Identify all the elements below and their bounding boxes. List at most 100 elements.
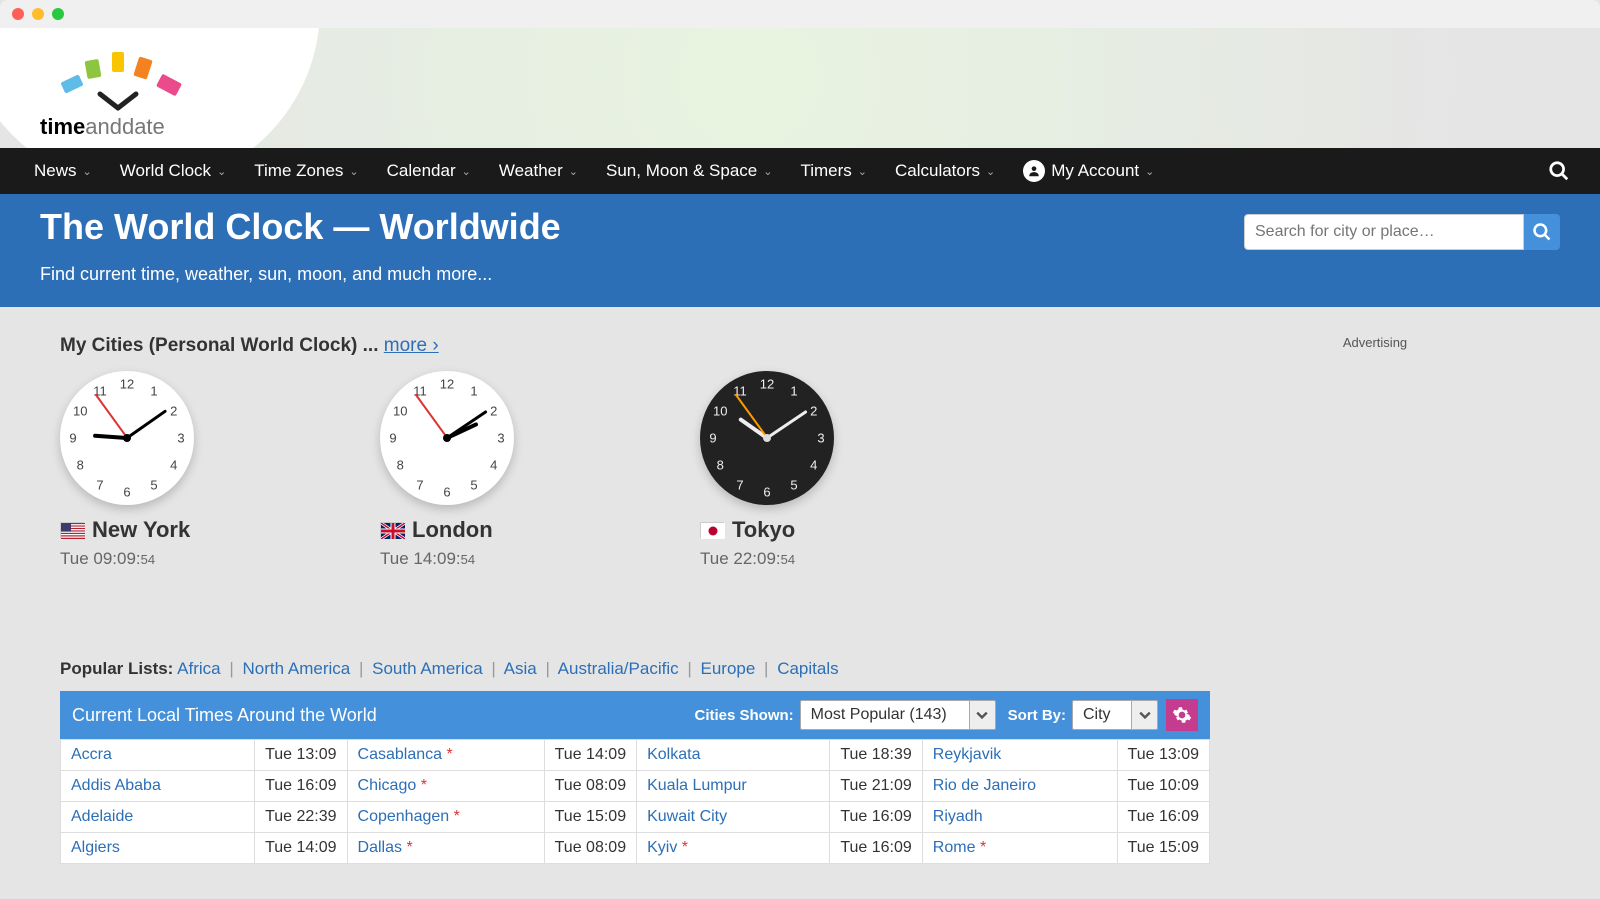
nav-item-sun-moon-space[interactable]: Sun, Moon & Space⌄ bbox=[592, 148, 786, 194]
popular-link-capitals[interactable]: Capitals bbox=[777, 659, 838, 678]
city-link[interactable]: Dallas bbox=[358, 839, 402, 856]
popular-link-africa[interactable]: Africa bbox=[177, 659, 220, 678]
city-link[interactable]: Kolkata bbox=[647, 746, 700, 763]
city-cell: Riyadh bbox=[922, 802, 1117, 833]
clock-card-new-york[interactable]: 123456789101112 New York Tue 09:09:54 bbox=[60, 371, 260, 569]
popular-link-europe[interactable]: Europe bbox=[700, 659, 755, 678]
nav-account-label: My Account bbox=[1051, 161, 1139, 181]
popular-link-south-america[interactable]: South America bbox=[372, 659, 483, 678]
maximize-window-button[interactable] bbox=[52, 8, 64, 20]
city-label: Tokyo bbox=[700, 517, 900, 543]
city-link[interactable]: Addis Ababa bbox=[71, 777, 161, 794]
close-window-button[interactable] bbox=[12, 8, 24, 20]
time-cell: Tue 08:09 bbox=[544, 833, 636, 864]
site-header: timeanddate bbox=[0, 28, 1600, 148]
city-link[interactable]: Riyadh bbox=[933, 808, 983, 825]
city-cell: Kuwait City bbox=[637, 802, 830, 833]
nav-item-news[interactable]: News⌄ bbox=[20, 148, 106, 194]
time-cell: Tue 21:09 bbox=[830, 771, 922, 802]
clock-card-london[interactable]: 123456789101112LondonTue 14:09:54 bbox=[380, 371, 580, 569]
city-cell: Dallas * bbox=[347, 833, 544, 864]
flag-icon bbox=[700, 522, 724, 538]
time-cell: Tue 14:09 bbox=[255, 833, 347, 864]
table-row: Addis AbabaTue 16:09Chicago *Tue 08:09Ku… bbox=[61, 771, 1210, 802]
city-link[interactable]: Kuwait City bbox=[647, 808, 727, 825]
city-cell: Kyiv * bbox=[637, 833, 830, 864]
minimize-window-button[interactable] bbox=[32, 8, 44, 20]
chevron-down-icon: ⌄ bbox=[1145, 165, 1154, 178]
city-link[interactable]: Reykjavik bbox=[933, 746, 1001, 763]
nav-item-timers[interactable]: Timers⌄ bbox=[786, 148, 881, 194]
city-link[interactable]: Rio de Janeiro bbox=[933, 777, 1036, 794]
city-cell: Rome * bbox=[922, 833, 1117, 864]
chevron-down-icon: ⌄ bbox=[217, 165, 226, 178]
nav-item-world-clock[interactable]: World Clock⌄ bbox=[106, 148, 241, 194]
time-cell: Tue 14:09 bbox=[544, 740, 636, 771]
city-time: Tue 14:09:54 bbox=[380, 549, 580, 569]
chevron-down-icon: ⌄ bbox=[462, 165, 471, 178]
clocks-row: 123456789101112New YorkTue 09:09:5412345… bbox=[60, 371, 1210, 569]
analog-clock: 123456789101112 bbox=[60, 371, 194, 505]
chevron-down-icon: ⌄ bbox=[986, 165, 995, 178]
table-row: AlgiersTue 14:09Dallas *Tue 08:09Kyiv *T… bbox=[61, 833, 1210, 864]
nav-item-weather[interactable]: Weather⌄ bbox=[485, 148, 592, 194]
time-cell: Tue 08:09 bbox=[544, 771, 636, 802]
window-chrome bbox=[0, 0, 1600, 28]
city-time: Tue 09:09:54 bbox=[60, 549, 260, 569]
time-cell: Tue 15:09 bbox=[544, 802, 636, 833]
table-row: Adelaide Tue 22:39Copenhagen *Tue 15:09 Ku… bbox=[61, 802, 1210, 833]
city-link[interactable]: Kyiv bbox=[647, 839, 677, 856]
popular-link-north-america[interactable]: North America bbox=[243, 659, 351, 678]
city-link[interactable]: Accra bbox=[71, 746, 112, 763]
popular-link-australia-pacific[interactable]: Australia/Pacific bbox=[558, 659, 679, 678]
time-cell: Tue 15:09 bbox=[1117, 833, 1210, 864]
cities-shown-select[interactable]: Most Popular (143) bbox=[800, 700, 996, 730]
page-title: The World Clock — Worldwide bbox=[40, 206, 561, 248]
search-button[interactable] bbox=[1524, 214, 1560, 250]
city-link[interactable]: Chicago bbox=[358, 777, 417, 794]
hero-section: The World Clock — Worldwide Find current… bbox=[0, 194, 1600, 307]
time-cell: Tue 16:09 bbox=[1117, 802, 1210, 833]
settings-button[interactable] bbox=[1166, 699, 1198, 731]
nav-item-calendar[interactable]: Calendar⌄ bbox=[373, 148, 485, 194]
sort-by-select[interactable]: City bbox=[1072, 700, 1158, 730]
my-cities-title-text: My Cities (Personal World Clock) ... bbox=[60, 335, 384, 356]
city-link[interactable]: Rome bbox=[933, 839, 976, 856]
world-clock-table-wrap: Current Local Times Around the World Cit… bbox=[60, 691, 1210, 864]
city-link[interactable]: Algiers bbox=[71, 839, 120, 856]
my-cities-title: My Cities (Personal World Clock) ... mor… bbox=[60, 335, 1210, 357]
table-header-bar: Current Local Times Around the World Cit… bbox=[60, 691, 1210, 739]
time-cell: Tue 22:39 bbox=[255, 802, 347, 833]
city-link[interactable]: Adelaide bbox=[71, 808, 133, 825]
table-row: AccraTue 13:09Casablanca *Tue 14:09Kolka… bbox=[61, 740, 1210, 771]
analog-clock: 123456789101112 bbox=[700, 371, 834, 505]
page-subtitle: Find current time, weather, sun, moon, a… bbox=[40, 264, 561, 285]
chevron-down-icon: ⌄ bbox=[349, 165, 358, 178]
city-cell: Casablanca * bbox=[347, 740, 544, 771]
popular-link-asia[interactable]: Asia bbox=[504, 659, 537, 678]
search-input[interactable] bbox=[1244, 214, 1524, 250]
advertising-label: Advertising bbox=[1343, 335, 1407, 350]
city-label: New York bbox=[60, 517, 260, 543]
city-cell: Addis Ababa bbox=[61, 771, 255, 802]
city-link[interactable]: Casablanca bbox=[358, 746, 443, 763]
clock-card-tokyo[interactable]: 123456789101112TokyoTue 22:09:54 bbox=[700, 371, 900, 569]
cities-shown-value: Most Popular (143) bbox=[800, 700, 970, 730]
city-cell: Accra bbox=[61, 740, 255, 771]
nav-my-account[interactable]: My Account ⌄ bbox=[1009, 148, 1168, 194]
chevron-down-icon: ⌄ bbox=[858, 165, 867, 178]
user-icon bbox=[1023, 160, 1045, 182]
city-link[interactable]: Kuala Lumpur bbox=[647, 777, 747, 794]
site-logo[interactable]: timeanddate bbox=[40, 48, 200, 140]
nav-search-icon[interactable] bbox=[1538, 160, 1580, 182]
nav-item-time-zones[interactable]: Time Zones⌄ bbox=[240, 148, 372, 194]
dst-marker: * bbox=[406, 839, 412, 856]
nav-item-calculators[interactable]: Calculators⌄ bbox=[881, 148, 1009, 194]
city-table: AccraTue 13:09Casablanca *Tue 14:09Kolka… bbox=[60, 739, 1210, 864]
chevron-down-icon: ⌄ bbox=[569, 165, 578, 178]
flag-icon bbox=[380, 522, 404, 538]
city-link[interactable]: Copenhagen bbox=[358, 808, 450, 825]
city-cell: Copenhagen * bbox=[347, 802, 544, 833]
more-link[interactable]: more › bbox=[384, 335, 439, 356]
city-cell: Adelaide bbox=[61, 802, 255, 833]
